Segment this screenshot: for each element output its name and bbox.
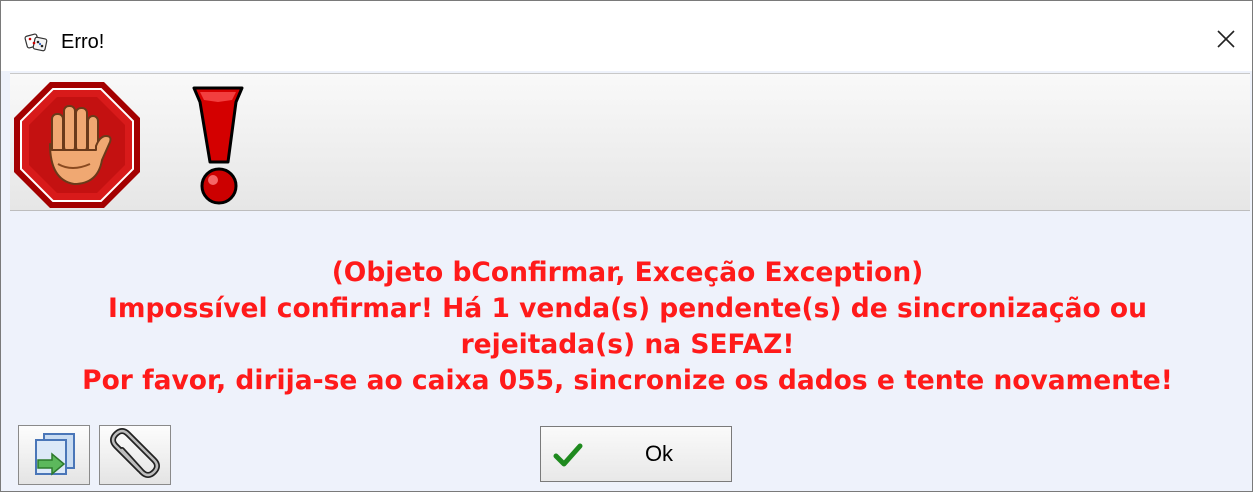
attach-button[interactable] bbox=[99, 425, 171, 485]
exclamation-icon bbox=[192, 86, 244, 205]
error-dialog: Erro! (Objeto bConfirmar, Exceção Except… bbox=[0, 0, 1253, 492]
title-bar: Erro! bbox=[1, 1, 1252, 71]
window-title: Erro! bbox=[61, 31, 105, 53]
message-line-2: Impossível confirmar! Há 1 venda(s) pend… bbox=[107, 293, 1148, 324]
export-button[interactable] bbox=[18, 425, 90, 485]
dice-app-icon bbox=[24, 33, 48, 52]
icon-banner bbox=[10, 73, 1250, 211]
stop-hand-icon bbox=[14, 82, 140, 208]
close-button[interactable] bbox=[1208, 21, 1244, 57]
ok-label: Ok bbox=[644, 441, 674, 466]
export-document-icon bbox=[35, 433, 75, 476]
message-line-1: (Objeto bConfirmar, Exceção Exception) bbox=[331, 257, 924, 288]
message-line-3: rejeitada(s) na SEFAZ! bbox=[460, 329, 795, 360]
ok-button[interactable]: Ok bbox=[540, 426, 732, 482]
close-icon bbox=[1217, 30, 1235, 48]
paperclip-icon bbox=[110, 428, 160, 478]
message-line-4: Por favor, dirija-se ao caixa 055, sincr… bbox=[82, 365, 1173, 396]
error-message: (Objeto bConfirmar, Exceção Exception) I… bbox=[1, 255, 1252, 399]
